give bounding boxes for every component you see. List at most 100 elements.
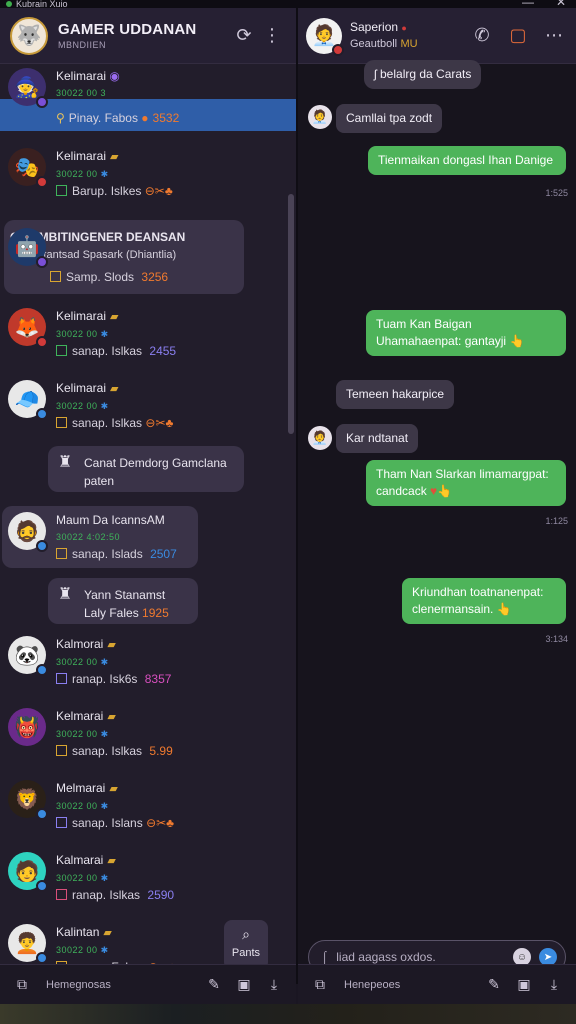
avatar: 🦁 [8, 780, 48, 820]
chat-extra: 8357 [144, 672, 172, 686]
chat-last-message: sanap. Islkas 2455 [56, 343, 176, 360]
card-line-1: Yann Stanamst [84, 588, 166, 602]
shared-message-card[interactable]: ♜ Yann Stanamst Laly Fales 1925 [48, 578, 198, 624]
chat-item-text: Kalmorai ▰ 30022 00 ✱ ranap. Isk6s 8357 [56, 636, 171, 688]
chat-item-text: Kalmarai ▰ 30022 00 ✱ ranap. Islkas 2590 [56, 852, 174, 904]
avatar: 🦊 [8, 308, 48, 348]
incoming-message[interactable]: Temeen hakarpice [336, 380, 455, 409]
attach-icon[interactable]: ⌠ [321, 950, 328, 964]
image-icon[interactable]: ▣ [514, 975, 534, 995]
game-icon: ♜ [58, 454, 73, 471]
status-badge [36, 96, 48, 108]
chat-last-text: Pinay. Fabos [68, 111, 138, 125]
chat-list-item[interactable]: 🦁 Melmarai ▰ 30022 00 ✱ sanap. Islans ⊖✂♣ [0, 780, 296, 832]
incoming-message[interactable]: Camllai tpa zodt [336, 104, 443, 133]
incoming-message[interactable]: ʃ belalrg da Carats [364, 60, 482, 89]
chat-last-text: sanap. Islkas [72, 744, 143, 758]
chat-list-item[interactable]: 🧙 Kelimarai ◉ 30022 00 3 ⚲ Pinay. Fabos ●… [0, 68, 296, 131]
chat-last-text: sanap. Islkas [72, 344, 143, 358]
chat-name: Maum Da IcannsAM [56, 512, 177, 529]
chat-last-message: sanap. Islkas 5.99 [56, 743, 173, 760]
outgoing-message[interactable]: Kriundhan toatnanenpat: clenermansain. 👆 [402, 578, 566, 624]
status-badge [36, 808, 48, 820]
chat-last-message: sanap. Islkas ⊖✂♣ [56, 415, 173, 432]
file-icon [56, 345, 67, 356]
file-icon [56, 185, 67, 196]
chat-list-item[interactable]: 🦊 Kelimarai ▰ 30022 00 ✱ sanap. Islkas 24… [0, 308, 296, 360]
chat-name-text: Maum Da IcannsAM [56, 513, 165, 527]
chat-name: Kalintan ▰ [56, 924, 176, 942]
conversation-header: 🧑‍💼 Saperion ● Geautboll MU ✆ ▢ ⋯ [298, 8, 576, 64]
message-text: Tienmaikan dongasl Ihan Danige [378, 153, 554, 167]
profile-avatar[interactable]: 🐺 [10, 16, 48, 55]
message-timestamp: 3:134 [545, 634, 568, 644]
status-dot-icon: ● [401, 22, 407, 33]
download-icon[interactable]: ⤓ [544, 975, 564, 995]
contact-avatar[interactable]: 🧑‍💼 [306, 17, 344, 56]
status-badge [36, 880, 48, 892]
chat-extra: 2455 [149, 344, 177, 358]
chat-meta-text: 30022 00 [56, 169, 98, 179]
pants-button[interactable]: ⌕ Pants [224, 920, 268, 970]
chat-meta: 30022 00 ✱ [56, 942, 176, 959]
outgoing-message[interactable]: Tienmaikan dongasl Ihan Danige [368, 146, 566, 175]
group-last-message: Samp. Slods 3256 [50, 268, 234, 286]
window-icon[interactable]: ⧉ [12, 975, 32, 995]
shared-message-card[interactable]: ♜ Canat Demdorg Gamclana paten [48, 446, 244, 492]
chat-item-text: Melmarai ▰ 30022 00 ✱ sanap. Islans ⊖✂♣ [56, 780, 174, 832]
emoji-icon: ● [141, 111, 149, 125]
chat-meta: 30022 00 ✱ [56, 326, 176, 343]
chat-extra: 5.99 [149, 744, 173, 758]
chat-list-item[interactable]: 👹 Kelmarai ▰ 30022 00 ✱ sanap. Islkas 5.9… [0, 708, 296, 760]
chat-last-text: ranap. Isk6s [72, 672, 138, 686]
chat-list-scrollbar[interactable] [288, 194, 294, 434]
badge-icon: ✱ [100, 801, 109, 811]
window-icon[interactable]: ⧉ [310, 975, 330, 995]
message-timestamp: 1:525 [545, 188, 568, 198]
image-icon[interactable]: ▣ [234, 975, 254, 995]
window-titlebar: Kubrain Xuio — ✕ [0, 0, 576, 9]
pen-icon[interactable]: ✎ [484, 975, 504, 995]
outgoing-message[interactable]: Tham Nan Slarkan limamargpat: candcack ♥… [366, 460, 566, 506]
phone-icon[interactable]: ✆ [468, 22, 496, 50]
chat-meta: 30022 00 ✱ [56, 654, 171, 671]
chat-name: Kelimarai ◉ [56, 68, 179, 85]
message-text: Tuam Kan Baigan Uhamahaenpat: gantayji [376, 317, 507, 348]
chat-item-text: Kelimarai ▰ 30022 00 ✱ sanap. Islkas 2455 [56, 308, 176, 360]
chat-last-text: ranap. Islkas [72, 888, 141, 902]
message-text: Kriundhan toatnanenpat: clenermansain. [412, 585, 544, 616]
right-footer: ⧉ Henepeoes ✎ ▣ ⤓ [298, 964, 576, 1004]
more-horizontal-icon[interactable]: ⋯ [540, 22, 568, 50]
chat-list-item[interactable]: 🧢 Kelimarai ▰ 30022 00 ✱ sanap. Islkas ⊖✂… [0, 380, 296, 432]
chat-last-text: sanap. Islans [72, 816, 143, 830]
game-icon: ♜ [58, 586, 73, 603]
sender-avatar[interactable]: 🧑‍💼 [308, 426, 332, 450]
video-icon[interactable]: ▢ [504, 22, 532, 50]
chat-meta-text: 30022 00 [56, 329, 98, 339]
tag-icon: ▰ [110, 311, 119, 323]
contact-subtitle: Geautboll MU [350, 36, 418, 52]
chat-list-item[interactable]: 🐼 Kalmorai ▰ 30022 00 ✱ ranap. Isk6s 8357 [0, 636, 296, 688]
chat-last-text: sanap. Islkas [72, 416, 143, 430]
chat-name-text: Kelimarai [56, 309, 107, 323]
chat-meta: 30022 00 ✱ [56, 398, 173, 415]
incoming-message[interactable]: Kar ndtanat [336, 424, 419, 453]
outgoing-message[interactable]: Tuam Kan Baigan Uhamahaenpat: gantayji 👆 [366, 310, 566, 356]
message-text: Temeen hakarpice [346, 387, 445, 401]
status-icon[interactable]: ⟳ [230, 22, 258, 50]
group-chat-card[interactable]: 🤖 GOMMBITINGENER DEANSAN Vin lehtantsad … [4, 220, 244, 294]
chat-list-item[interactable]: 🧑 Kalmarai ▰ 30022 00 ✱ ranap. Islkas 259… [0, 852, 296, 904]
chat-list-item[interactable]: 🧔 Maum Da IcannsAM 30022 4:02:50 sanap. … [0, 506, 296, 568]
sender-avatar[interactable]: 🧑‍💼 [308, 105, 332, 129]
avatar: 🧑 [8, 852, 48, 892]
pen-icon[interactable]: ✎ [204, 975, 224, 995]
tag-icon: ▰ [107, 855, 116, 867]
chat-meta-text: 30022 00 [56, 873, 98, 883]
chat-name: Kalmarai ▰ [56, 852, 174, 870]
more-vertical-icon[interactable]: ⋮ [258, 22, 286, 50]
chat-list-item[interactable]: 🎭 Kelimarai ▰ 30022 00 ✱ Barup. Islkes ⊖✂… [0, 148, 296, 200]
group-extra: 3256 [141, 270, 169, 284]
reaction-icon: ⊖✂♣ [144, 184, 173, 198]
tag-icon: ▰ [107, 711, 116, 723]
download-icon[interactable]: ⤓ [264, 975, 284, 995]
